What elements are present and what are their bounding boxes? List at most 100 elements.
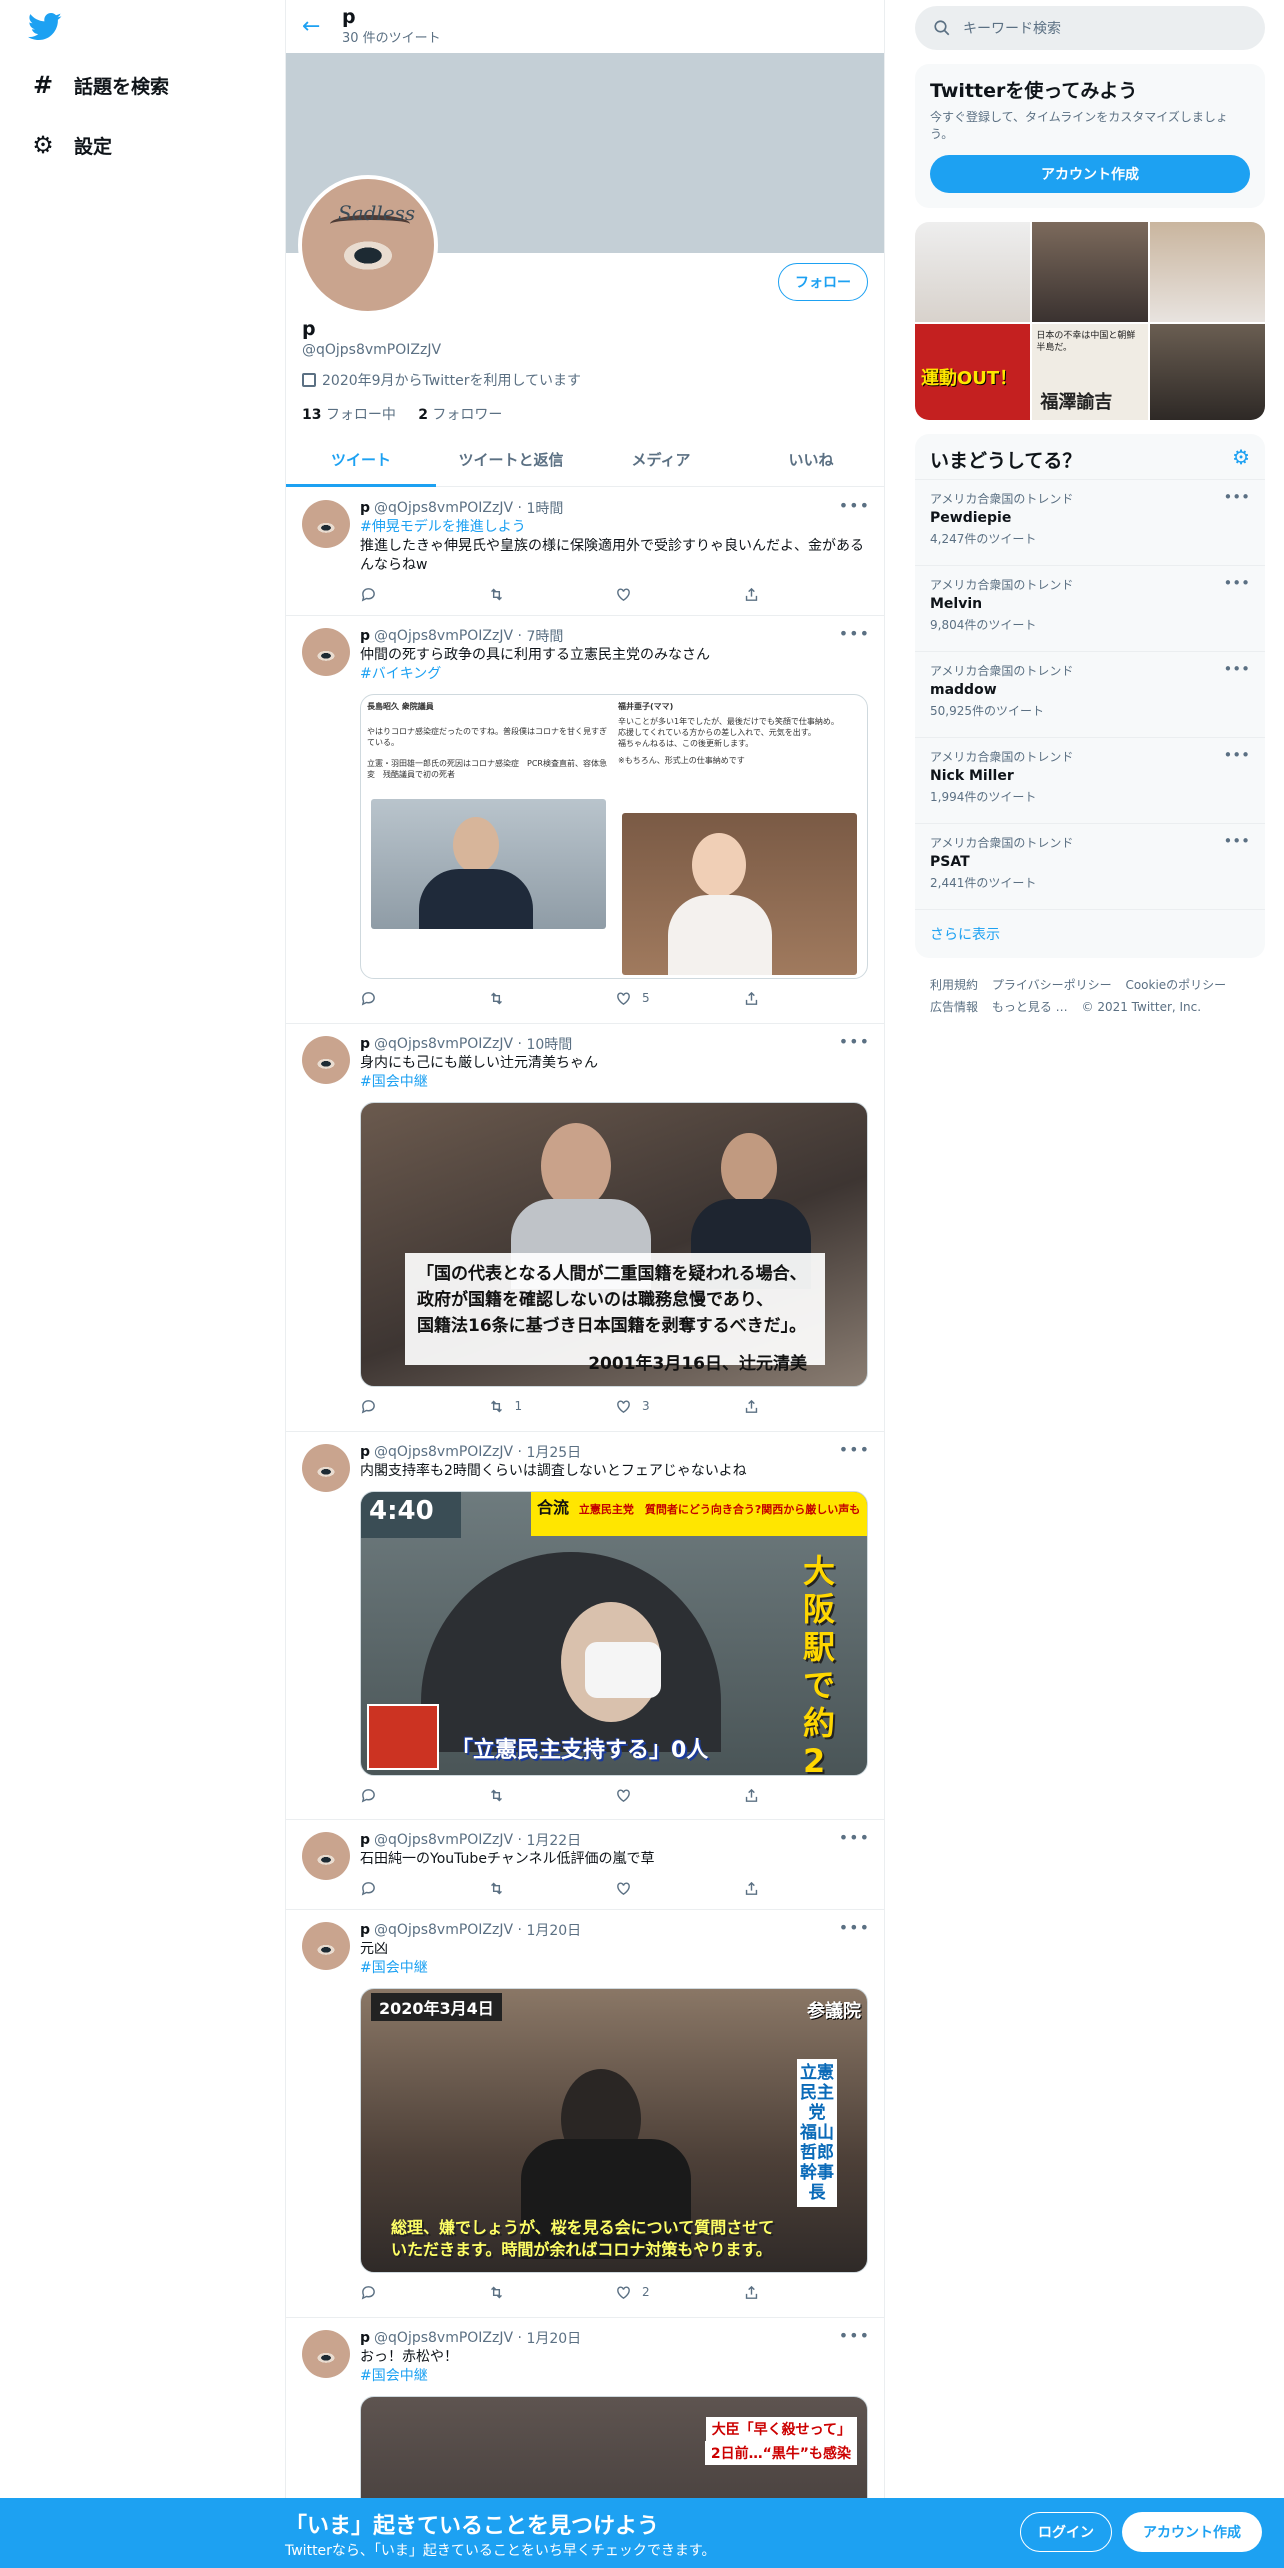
share-button[interactable] <box>743 1398 871 1415</box>
tab-likes[interactable]: いいね <box>736 434 884 486</box>
tweet-author-name[interactable]: p <box>360 2330 370 2346</box>
trend-item[interactable]: アメリカ合衆国のトレンド PSAT 2,441件のツイート ••• <box>915 823 1265 909</box>
more-icon[interactable]: ••• <box>839 1440 870 1459</box>
retweet-button[interactable] <box>488 586 616 603</box>
tweet-hashtag[interactable]: #伸晃モデルを推進しよう <box>360 518 870 537</box>
more-icon[interactable]: ••• <box>1223 660 1250 678</box>
share-button[interactable] <box>743 1880 871 1897</box>
media-thumb[interactable] <box>1149 324 1265 420</box>
tweet[interactable]: p @qOjps8vmPOIZzJV · 1時間 ••• #伸晃モデルを推進しよ… <box>286 488 884 616</box>
like-button[interactable]: 5 <box>615 990 743 1007</box>
tweet-image[interactable]: 4:40 合流 立憲民主党 質問者にどう向き合う?関西から厳しい声も 大阪駅で約… <box>360 1491 868 1776</box>
tweet-avatar[interactable] <box>302 1922 350 1970</box>
more-icon[interactable]: ••• <box>839 1828 870 1847</box>
nav-explore[interactable]: # 話題を検索 <box>28 65 169 105</box>
tweet-image[interactable]: 長島昭久 衆院議員 やはりコロナ感染症だったのですね。普段僕はコロナを甘く見すぎ… <box>360 694 868 979</box>
tweet-author-name[interactable]: p <box>360 1832 370 1848</box>
more-icon[interactable]: ••• <box>1223 832 1250 850</box>
footer-ads[interactable]: 広告情報 <box>930 1000 978 1014</box>
tweet-avatar[interactable] <box>302 2330 350 2378</box>
trends-settings-gear-icon[interactable]: ⚙ <box>1232 445 1250 469</box>
signup-button[interactable]: アカウント作成 <box>1122 2512 1262 2552</box>
show-more-link[interactable]: さらに表示 <box>915 909 1265 958</box>
tweet[interactable]: p @qOjps8vmPOIZzJV · 1月22日 ••• 石田純一のYouT… <box>286 1820 884 1910</box>
profile-avatar[interactable]: Sadless <box>298 175 438 315</box>
tweet-hashtag[interactable]: #国会中継 <box>360 2367 870 2386</box>
tweet-time[interactable]: 1月22日 <box>526 1830 581 1850</box>
share-button[interactable] <box>743 1787 871 1804</box>
tweet[interactable]: p @qOjps8vmPOIZzJV · 10時間 ••• 身内にも己にも厳しい… <box>286 1024 884 1432</box>
following-link[interactable]: 13 フォロー中 <box>302 407 396 423</box>
reply-button[interactable] <box>360 586 488 603</box>
tweet-image[interactable]: 「国の代表となる人間が二重国籍を疑われる場合、 政府が国籍を確認しないのは職務怠… <box>360 1102 868 1387</box>
footer-cookies[interactable]: Cookieのポリシー <box>1125 978 1226 992</box>
tweet-author-name[interactable]: p <box>360 500 370 516</box>
tweet-avatar[interactable] <box>302 1832 350 1880</box>
footer-terms[interactable]: 利用規約 <box>930 978 978 992</box>
follow-button[interactable]: フォロー <box>778 263 868 301</box>
trend-item[interactable]: アメリカ合衆国のトレンド Melvin 9,804件のツイート ••• <box>915 565 1265 651</box>
reply-button[interactable] <box>360 990 488 1007</box>
media-thumb[interactable] <box>1032 222 1148 322</box>
more-icon[interactable]: ••• <box>839 2326 870 2345</box>
reply-button[interactable] <box>360 1398 488 1415</box>
tweet[interactable]: p @qOjps8vmPOIZzJV · 1月25日 ••• 内閣支持率も2時間… <box>286 1432 884 1820</box>
tweet-hashtag[interactable]: #バイキング <box>360 665 870 684</box>
tweet-author-name[interactable]: p <box>360 1922 370 1938</box>
followers-link[interactable]: 2 フォロワー <box>418 407 502 423</box>
reply-button[interactable] <box>360 1787 488 1804</box>
tweet-time[interactable]: 1時間 <box>526 498 563 518</box>
share-button[interactable] <box>743 990 871 1007</box>
tweet-time[interactable]: 1月25日 <box>526 1442 581 1462</box>
retweet-button[interactable] <box>488 1880 616 1897</box>
tweet-avatar[interactable] <box>302 1036 350 1084</box>
login-button[interactable]: ログイン <box>1020 2512 1112 2552</box>
tweet[interactable]: p @qOjps8vmPOIZzJV · 1月20日 ••• 元凶 #国会中継 … <box>286 1910 884 2318</box>
more-icon[interactable]: ••• <box>839 1032 870 1051</box>
retweet-button[interactable] <box>488 1787 616 1804</box>
share-button[interactable] <box>743 586 871 603</box>
twitter-logo-icon[interactable] <box>28 12 62 42</box>
tweet-author-name[interactable]: p <box>360 1444 370 1460</box>
like-button[interactable]: 3 <box>615 1398 743 1415</box>
trend-item[interactable]: アメリカ合衆国のトレンド maddow 50,925件のツイート ••• <box>915 651 1265 737</box>
more-icon[interactable]: ••• <box>1223 574 1250 592</box>
like-button[interactable] <box>615 1880 743 1897</box>
media-thumb[interactable]: 運動OUT！ <box>915 324 1031 420</box>
like-button[interactable]: 2 <box>615 2284 743 2301</box>
more-icon[interactable]: ••• <box>1223 746 1250 764</box>
nav-settings[interactable]: ⚙ 設定 <box>28 125 112 165</box>
tweet-time[interactable]: 1月20日 <box>526 2328 581 2348</box>
tab-tweets[interactable]: ツイート <box>286 434 436 487</box>
create-account-button[interactable]: アカウント作成 <box>930 155 1250 193</box>
like-button[interactable] <box>615 586 743 603</box>
trend-item[interactable]: アメリカ合衆国のトレンド Pewdiepie 4,247件のツイート ••• <box>915 479 1265 565</box>
tweet-avatar[interactable] <box>302 500 350 548</box>
footer-more[interactable]: もっと見る … <box>992 1000 1068 1014</box>
tweet-image[interactable]: 2020年3月4日 参議院 立憲民主党 福山哲郎 幹事長 総理、嫌でしょうが、桜… <box>360 1988 868 2273</box>
footer-privacy[interactable]: プライバシーポリシー <box>992 978 1112 992</box>
share-button[interactable] <box>743 2284 871 2301</box>
reply-button[interactable] <box>360 2284 488 2301</box>
tweet-avatar[interactable] <box>302 628 350 676</box>
media-thumb[interactable] <box>1149 222 1265 322</box>
tweet-time[interactable]: 10時間 <box>526 1034 572 1054</box>
retweet-button[interactable] <box>488 990 616 1007</box>
tab-tweets-and-replies[interactable]: ツイートと返信 <box>436 434 586 486</box>
tweet-time[interactable]: 7時間 <box>526 626 563 646</box>
more-icon[interactable]: ••• <box>839 624 870 643</box>
tab-media[interactable]: メディア <box>586 434 736 486</box>
tweet-avatar[interactable] <box>302 1444 350 1492</box>
tweet-hashtag[interactable]: #国会中継 <box>360 1959 870 1978</box>
like-button[interactable] <box>615 1787 743 1804</box>
tweet-author-name[interactable]: p <box>360 1036 370 1052</box>
more-icon[interactable]: ••• <box>839 496 870 515</box>
reply-button[interactable] <box>360 1880 488 1897</box>
search-box[interactable]: キーワード検索 <box>915 6 1265 50</box>
trend-item[interactable]: アメリカ合衆国のトレンド Nick Miller 1,994件のツイート ••• <box>915 737 1265 823</box>
tweet-time[interactable]: 1月20日 <box>526 1920 581 1940</box>
more-icon[interactable]: ••• <box>839 1918 870 1937</box>
media-thumb[interactable] <box>915 222 1031 322</box>
more-icon[interactable]: ••• <box>1223 488 1250 506</box>
retweet-button[interactable] <box>488 2284 616 2301</box>
